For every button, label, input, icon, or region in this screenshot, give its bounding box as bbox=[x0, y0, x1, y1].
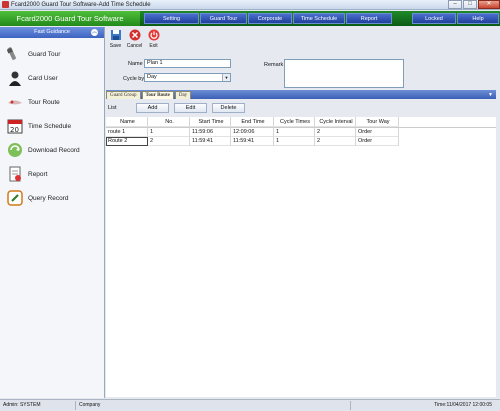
menu-setting[interactable]: Setting bbox=[144, 13, 199, 24]
column-header-start-time[interactable]: Start Time bbox=[190, 117, 231, 127]
cycle-value: Day bbox=[147, 74, 157, 80]
remark-label: Remark bbox=[264, 62, 284, 68]
sidebar-header-label: Fast Guidance bbox=[34, 29, 70, 35]
table-row[interactable]: Route 2 2 11:59:41 11:59:41 1 2 Order bbox=[106, 137, 496, 146]
power-icon bbox=[148, 29, 159, 41]
add-button[interactable]: Add bbox=[136, 103, 169, 113]
cancel-button[interactable]: Cancel bbox=[126, 29, 143, 53]
table-cell: 11:59:41 bbox=[231, 137, 274, 146]
sidebar-item-label: Report bbox=[28, 170, 48, 178]
app-brand: Fcard2000 Guard Tour Software bbox=[0, 11, 140, 26]
menu-guard-tour[interactable]: Guard Tour bbox=[200, 13, 247, 24]
svg-text:20: 20 bbox=[10, 126, 19, 134]
status-admin: Admin: SYSTEM bbox=[0, 401, 76, 410]
status-company: Company bbox=[76, 401, 351, 410]
chevron-up-icon[interactable]: ︽ bbox=[91, 29, 98, 36]
table-cell: 1 bbox=[148, 128, 190, 137]
column-header-tour-way[interactable]: Tour Way bbox=[356, 117, 399, 127]
name-label: Name bbox=[128, 61, 143, 67]
sidebar-item-label: Card User bbox=[28, 74, 58, 82]
minimize-button[interactable]: – bbox=[448, 0, 462, 9]
table-cell: Route 2 bbox=[106, 137, 148, 146]
window-title: Fcard2000 Guard Tour Software-Add Time S… bbox=[11, 1, 151, 8]
save-button[interactable]: Save bbox=[107, 29, 124, 53]
list-label: List bbox=[108, 105, 117, 111]
sidebar-item-query-record[interactable]: Query Record bbox=[0, 186, 104, 210]
table-cell: 1 bbox=[274, 137, 315, 146]
tour-route-icon bbox=[7, 94, 23, 110]
name-field[interactable]: Plan 1 bbox=[144, 59, 231, 68]
table-cell: 2 bbox=[148, 137, 190, 146]
column-header-end-time[interactable]: End Time bbox=[231, 117, 274, 127]
menu-report[interactable]: Report bbox=[346, 13, 392, 24]
calendar-icon: 20 bbox=[7, 118, 23, 134]
table-cell: route 1 bbox=[106, 128, 148, 137]
menu-help[interactable]: Help bbox=[457, 13, 499, 24]
menu-time-schedule[interactable]: Time Schedule bbox=[293, 13, 345, 24]
sidebar-item-label: Guard Tour bbox=[28, 50, 61, 58]
sidebar-item-label: Download Record bbox=[28, 146, 80, 154]
route-grid: Name No. Start Time End Time Cycle Times… bbox=[106, 117, 496, 397]
column-header-cycle-interval[interactable]: Cycle Interval bbox=[315, 117, 356, 127]
menu-locked[interactable]: Locked bbox=[412, 13, 456, 24]
table-cell: 11:59:41 bbox=[190, 137, 231, 146]
sidebar-item-time-schedule[interactable]: 20 Time Schedule bbox=[0, 114, 104, 138]
sidebar-header[interactable]: Fast Guidance ︽ bbox=[0, 27, 104, 38]
maximize-button[interactable]: □ bbox=[463, 0, 477, 9]
column-header-no[interactable]: No. bbox=[148, 117, 190, 127]
menu-corporate[interactable]: Corporate bbox=[248, 13, 292, 24]
sidebar-item-card-user[interactable]: Card User bbox=[0, 66, 104, 90]
remark-field[interactable] bbox=[284, 59, 404, 88]
sidebar-item-label: Tour Route bbox=[28, 98, 60, 106]
delete-button[interactable]: Delete bbox=[212, 103, 245, 113]
download-icon bbox=[7, 142, 23, 158]
table-cell: Order bbox=[356, 128, 399, 137]
sidebar-item-label: Time Schedule bbox=[28, 122, 72, 130]
tab-day[interactable]: Day bbox=[174, 91, 192, 99]
table-cell: 12:09:06 bbox=[231, 128, 274, 137]
sidebar: Fast Guidance ︽ Guard Tour Card User Tou… bbox=[0, 27, 105, 398]
edit-button[interactable]: Edit bbox=[174, 103, 207, 113]
tab-tour-route[interactable]: Tour Route bbox=[141, 91, 174, 99]
query-icon bbox=[7, 190, 23, 206]
tab-guard-group[interactable]: Guard Group bbox=[106, 91, 141, 99]
save-icon bbox=[110, 30, 121, 40]
card-user-icon bbox=[7, 70, 23, 86]
sidebar-item-guard-tour[interactable]: Guard Tour bbox=[0, 42, 104, 66]
table-cell: 2 bbox=[315, 137, 356, 146]
list-toolbar: List Add Edit Delete bbox=[106, 101, 496, 115]
table-cell: Order bbox=[356, 137, 399, 146]
table-row[interactable]: route 1 1 11:59:06 12:09:06 1 2 Order bbox=[106, 128, 496, 137]
schedule-form: Name Plan 1 Cycle by Day ▼ Remark bbox=[107, 54, 497, 88]
guard-tour-icon bbox=[7, 46, 23, 62]
app-icon bbox=[2, 1, 9, 8]
exit-button[interactable]: Exit bbox=[145, 29, 162, 53]
table-cell: 2 bbox=[315, 128, 356, 137]
table-cell: 11:59:06 bbox=[190, 128, 231, 137]
tab-bar: Guard Group Tour Route Day ▼ bbox=[106, 90, 496, 99]
chevron-down-icon[interactable]: ▼ bbox=[222, 74, 230, 81]
cancel-icon bbox=[129, 29, 140, 41]
status-bar: Admin: SYSTEM Company Time:11/04/2017 12… bbox=[0, 399, 500, 411]
cycle-label: Cycle by bbox=[123, 76, 145, 82]
sidebar-item-download-record[interactable]: Download Record bbox=[0, 138, 104, 162]
sidebar-item-label: Query Record bbox=[28, 194, 69, 202]
close-button[interactable]: ✕ bbox=[478, 0, 500, 9]
chevron-down-icon[interactable]: ▼ bbox=[488, 92, 496, 98]
menu-bar: Fcard2000 Guard Tour Software Setting Gu… bbox=[0, 11, 500, 26]
table-cell: 1 bbox=[274, 128, 315, 137]
grid-header: Name No. Start Time End Time Cycle Times… bbox=[106, 117, 496, 128]
column-header-name[interactable]: Name bbox=[106, 117, 148, 127]
sidebar-item-tour-route[interactable]: Tour Route bbox=[0, 90, 104, 114]
sidebar-item-report[interactable]: Report bbox=[0, 162, 104, 186]
status-time: Time:11/04/2017 12:00:05 bbox=[434, 402, 492, 408]
toolbar: Save Cancel Exit bbox=[107, 29, 164, 53]
column-header-cycle-times[interactable]: Cycle Times bbox=[274, 117, 315, 127]
title-bar: Fcard2000 Guard Tour Software-Add Time S… bbox=[0, 0, 500, 10]
report-icon bbox=[7, 166, 23, 182]
cycle-select[interactable]: Day ▼ bbox=[144, 73, 231, 82]
